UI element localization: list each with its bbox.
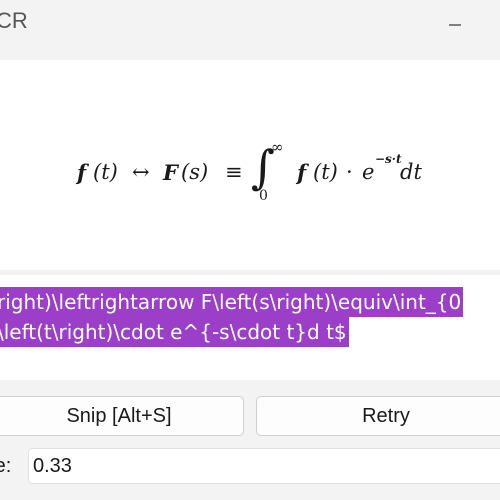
formula-cdot: · <box>346 160 353 184</box>
formula-preview: f (t) ↔ F (s) ≡ ∫ ∞ 0 f (t) · e −s·t dt <box>0 60 500 270</box>
formula-upper-limit: ∞ <box>271 138 284 156</box>
latex-output[interactable]: right)\leftrightarrow F\left(s\right)\eq… <box>0 275 500 380</box>
score-value: 0.33 <box>33 454 72 477</box>
formula-s-arg: (s) <box>181 160 209 184</box>
rendered-formula: f (t) ↔ F (s) ≡ ∫ ∞ 0 f (t) · e −s·t dt <box>75 138 435 210</box>
score-field[interactable]: 0.33 <box>28 448 500 484</box>
snip-button[interactable]: Snip [Alt+S] <box>0 396 244 436</box>
formula-equiv: ≡ <box>225 160 243 184</box>
formula-F: F <box>163 160 178 185</box>
latex-line-2: \left(t\right)\cdot e^{-s\cdot t}d t$ <box>0 317 349 347</box>
formula-exponent: −s·t <box>375 152 402 166</box>
retry-button[interactable]: Retry <box>256 396 500 436</box>
formula-dt: dt <box>400 160 422 184</box>
title-bar: CR <box>0 0 500 50</box>
formula-lower-limit: 0 <box>259 188 268 204</box>
formula-t-arg2: (t) <box>313 160 338 184</box>
close-button[interactable] <box>486 0 500 50</box>
formula-t-arg: (t) <box>93 160 118 184</box>
window-title: CR <box>0 8 28 33</box>
formula-e: e <box>362 160 375 184</box>
latex-line-1: right)\leftrightarrow F\left(s\right)\eq… <box>0 287 464 317</box>
minimize-button[interactable] <box>432 0 478 50</box>
formula-arrow: ↔ <box>132 160 150 184</box>
minimize-icon <box>449 24 461 26</box>
formula-f2: f <box>297 160 307 185</box>
formula-f: f <box>77 160 87 185</box>
score-label: re: <box>0 455 12 477</box>
